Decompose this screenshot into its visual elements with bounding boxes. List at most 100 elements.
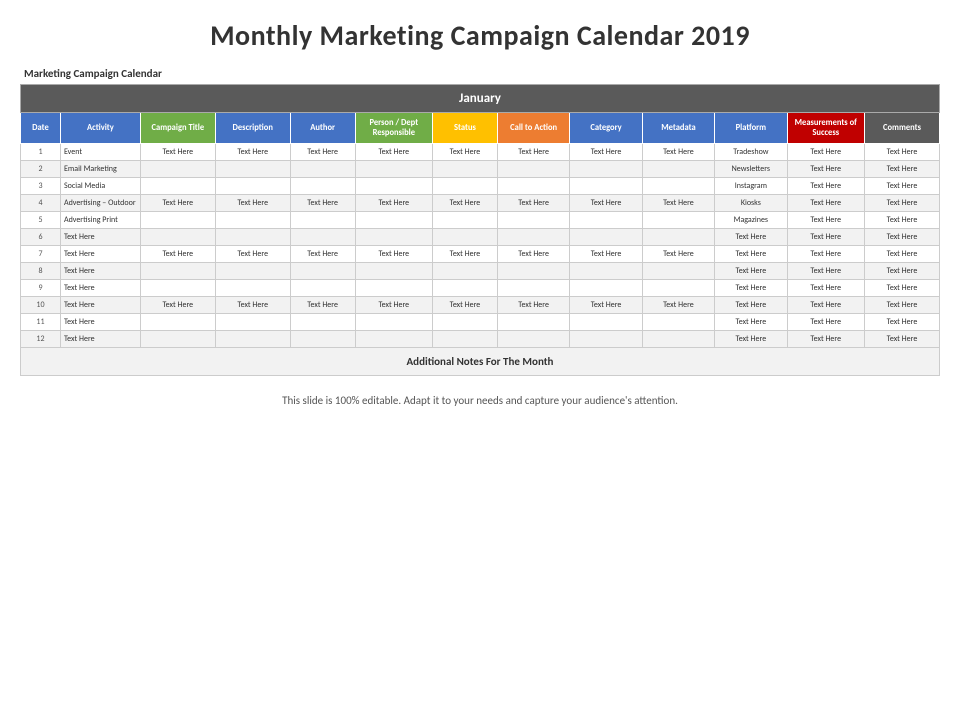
col-header-activity: Activity (60, 113, 140, 144)
col-header-person: Person / Dept Responsible (355, 113, 432, 144)
table-cell: Text Here (433, 195, 498, 212)
table-cell (140, 161, 215, 178)
table-cell: Text Here (497, 195, 569, 212)
table-cell (570, 280, 642, 297)
table-cell: Text Here (864, 212, 939, 229)
table-cell (290, 229, 355, 246)
table-cell: Text Here (290, 297, 355, 314)
table-cell: Text Here (497, 246, 569, 263)
col-header-call: Call to Action (497, 113, 569, 144)
table-cell (570, 229, 642, 246)
table-cell: 10 (21, 297, 61, 314)
table-cell: Magazines (715, 212, 787, 229)
section-label: Marketing Campaign Calendar (24, 67, 162, 80)
table-row: 7Text HereText HereText HereText HereTex… (21, 246, 940, 263)
table-cell (570, 314, 642, 331)
table-cell (290, 212, 355, 229)
table-cell: Text Here (290, 246, 355, 263)
table-row: 11Text HereText HereText HereText Here (21, 314, 940, 331)
table-cell: Text Here (570, 297, 642, 314)
table-cell: Text Here (355, 297, 432, 314)
table-cell: Text Here (140, 144, 215, 161)
table-cell (140, 229, 215, 246)
table-cell: Text Here (864, 246, 939, 263)
notes-cell: Additional Notes For The Month (21, 348, 940, 376)
table-cell (433, 263, 498, 280)
table-cell (140, 331, 215, 348)
table-cell: 8 (21, 263, 61, 280)
table-row: 4Advertising – OutdoorText HereText Here… (21, 195, 940, 212)
table-cell (140, 178, 215, 195)
col-header-category: Category (570, 113, 642, 144)
col-header-author: Author (290, 113, 355, 144)
table-cell: Instagram (715, 178, 787, 195)
table-cell (497, 212, 569, 229)
table-cell: Text Here (60, 263, 140, 280)
table-cell: Text Here (570, 195, 642, 212)
table-cell (290, 178, 355, 195)
table-cell (570, 161, 642, 178)
table-cell (433, 178, 498, 195)
table-cell: Text Here (787, 263, 864, 280)
table-cell: 4 (21, 195, 61, 212)
table-cell: Text Here (864, 144, 939, 161)
table-cell: Text Here (433, 144, 498, 161)
table-cell (355, 178, 432, 195)
table-cell: Text Here (715, 280, 787, 297)
table-cell (290, 314, 355, 331)
table-cell: Text Here (787, 195, 864, 212)
table-cell: Text Here (715, 314, 787, 331)
table-cell: Text Here (864, 229, 939, 246)
table-cell: Text Here (642, 195, 714, 212)
table-cell: Text Here (215, 297, 290, 314)
table-cell: 11 (21, 314, 61, 331)
table-cell: Text Here (570, 246, 642, 263)
table-cell (642, 280, 714, 297)
table-row: 6Text HereText HereText HereText Here (21, 229, 940, 246)
footer-text: This slide is 100% editable. Adapt it to… (282, 394, 678, 407)
table-cell (497, 314, 569, 331)
table-cell: Newsletters (715, 161, 787, 178)
table-row: 9Text HereText HereText HereText Here (21, 280, 940, 297)
table-cell (642, 314, 714, 331)
table-cell (570, 178, 642, 195)
table-row: 12Text HereText HereText HereText Here (21, 331, 940, 348)
table-cell (355, 314, 432, 331)
table-cell: Text Here (715, 246, 787, 263)
table-cell (355, 161, 432, 178)
col-header-measurements: Measurements of Success (787, 113, 864, 144)
table-cell: Text Here (60, 297, 140, 314)
table-cell: Text Here (864, 161, 939, 178)
table-cell (642, 178, 714, 195)
table-cell: Kiosks (715, 195, 787, 212)
table-cell: Email Marketing (60, 161, 140, 178)
table-cell: Social Media (60, 178, 140, 195)
table-cell: Text Here (864, 263, 939, 280)
table-cell: 2 (21, 161, 61, 178)
table-cell (140, 212, 215, 229)
table-cell (355, 229, 432, 246)
table-cell (570, 263, 642, 280)
table-cell: Text Here (290, 144, 355, 161)
table-cell: Text Here (787, 314, 864, 331)
table-cell (497, 161, 569, 178)
table-cell: Event (60, 144, 140, 161)
col-header-campaign: Campaign Title (140, 113, 215, 144)
table-cell: Text Here (355, 246, 432, 263)
month-cell: January (21, 85, 940, 113)
table-cell (355, 212, 432, 229)
table-cell: Text Here (715, 331, 787, 348)
table-cell: Text Here (787, 331, 864, 348)
table-cell (290, 280, 355, 297)
table-cell (433, 314, 498, 331)
table-cell (642, 229, 714, 246)
table-cell (497, 331, 569, 348)
table-cell: Text Here (290, 195, 355, 212)
table-cell: Text Here (787, 280, 864, 297)
table-cell (642, 331, 714, 348)
table-cell: Text Here (864, 195, 939, 212)
table-cell: Text Here (140, 195, 215, 212)
table-cell: Text Here (60, 229, 140, 246)
table-cell: 1 (21, 144, 61, 161)
table-cell (215, 280, 290, 297)
